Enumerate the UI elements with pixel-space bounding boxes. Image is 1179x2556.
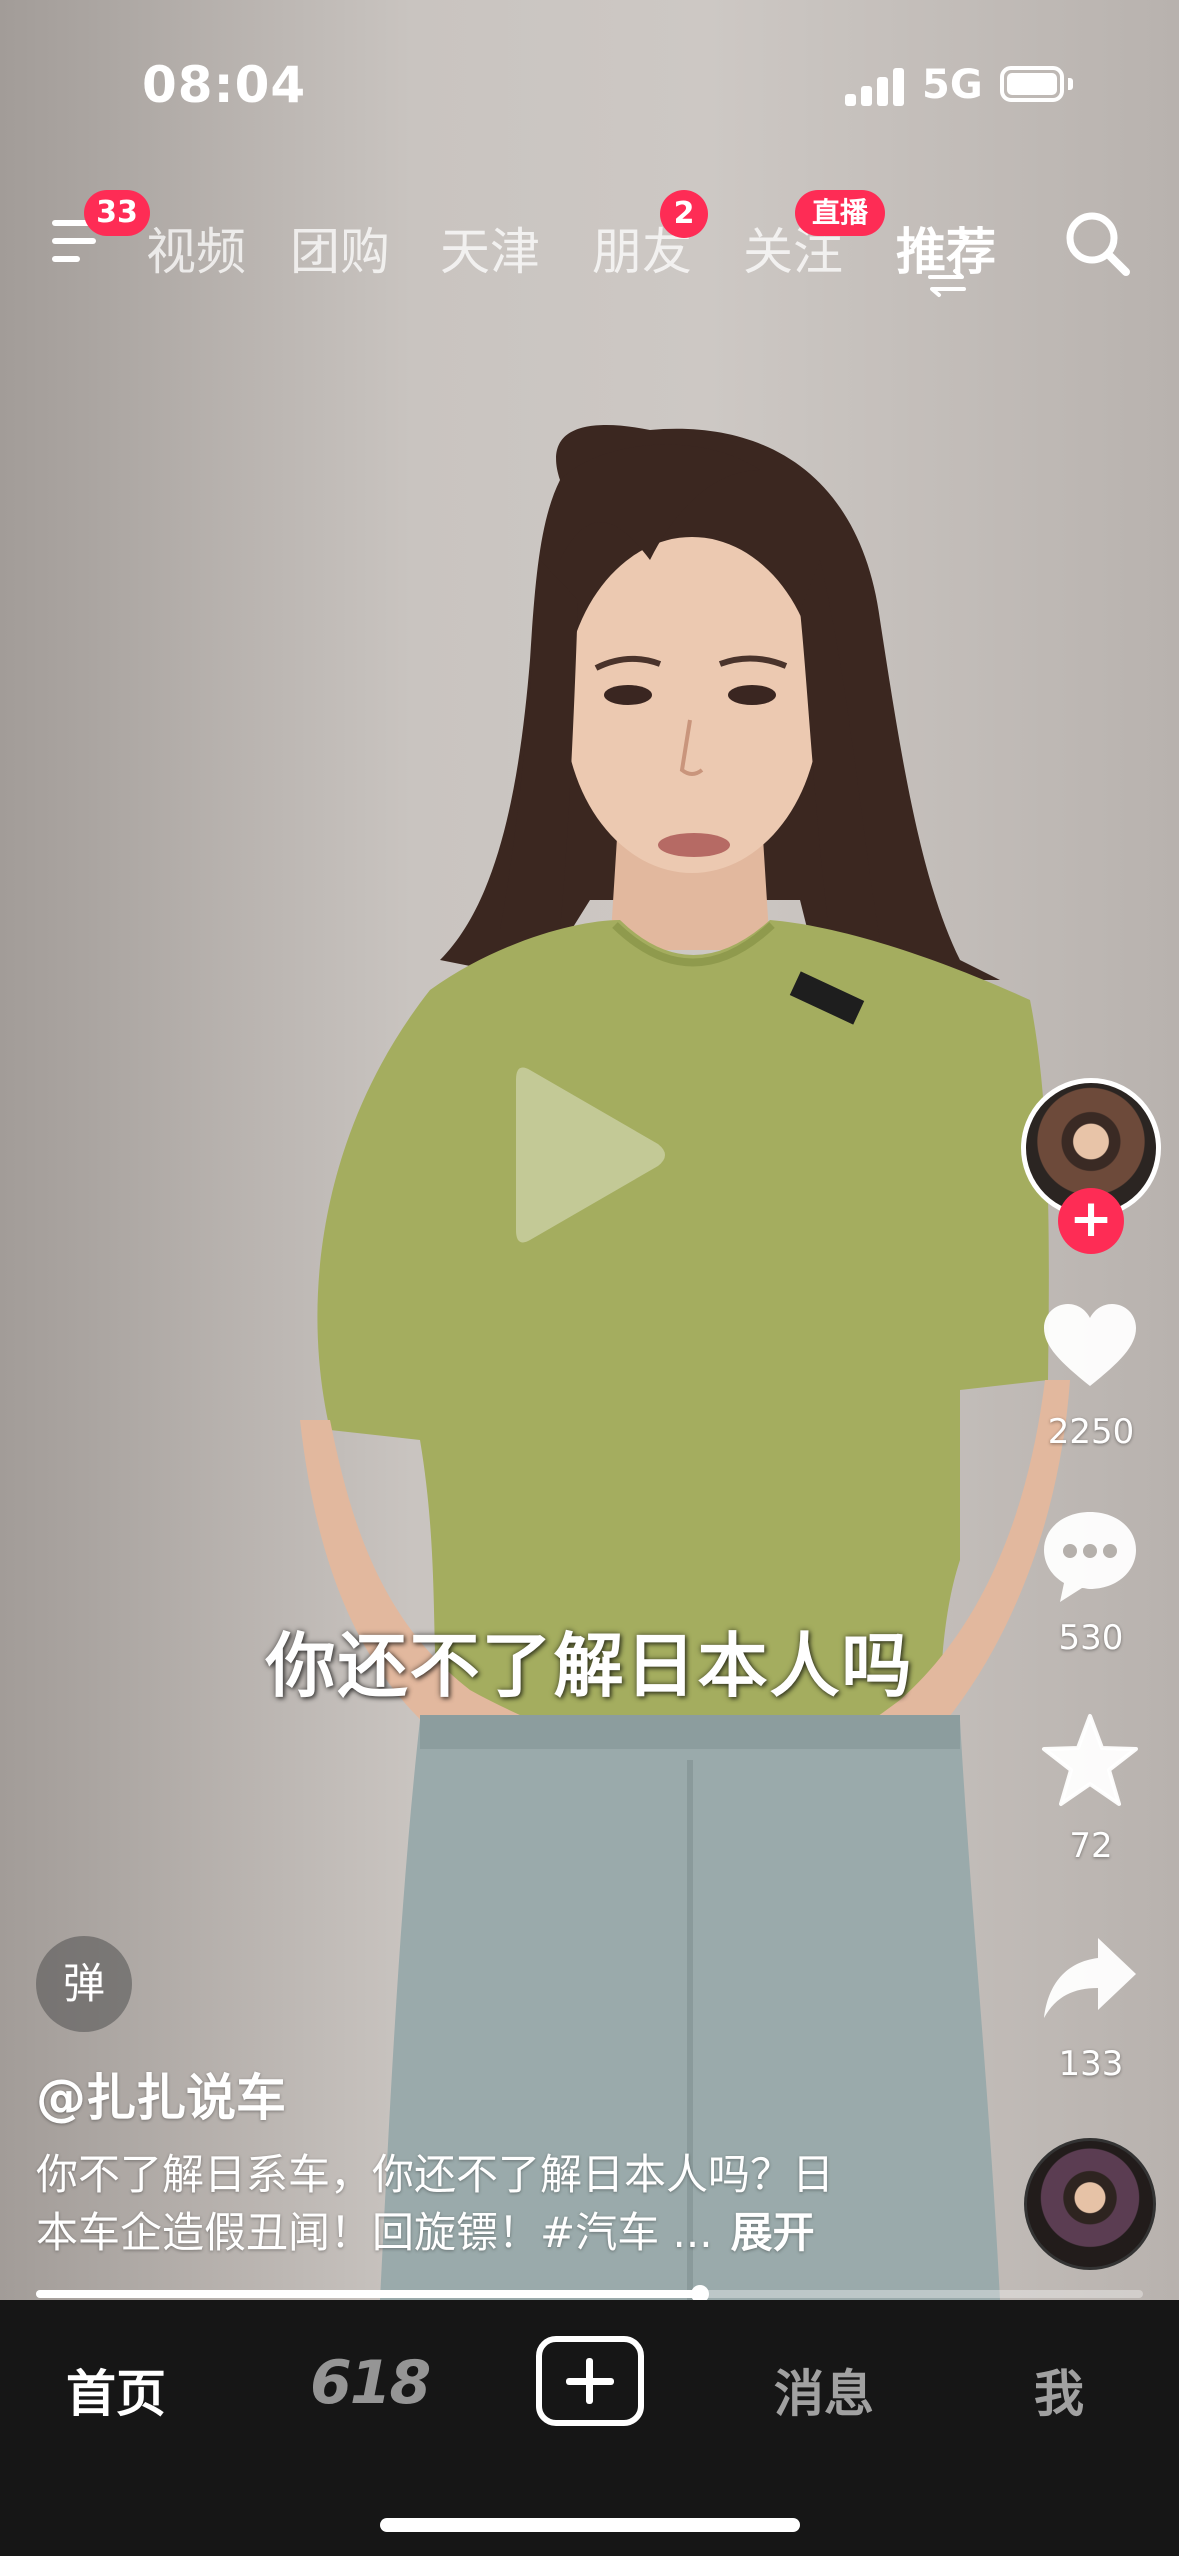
tab-tianjin[interactable]: 天津 [440, 212, 540, 284]
share-count: 133 [1058, 2044, 1124, 2084]
battery-cap [1068, 78, 1073, 90]
home-indicator [380, 2518, 800, 2532]
swap-icon[interactable] [926, 268, 968, 298]
menu-badge: 33 [84, 190, 150, 236]
tab-home[interactable]: 首页 [66, 2354, 166, 2426]
video-progress-bar[interactable] [36, 2285, 1143, 2303]
video-subtitle: 你还不了解日本人吗 [265, 1625, 914, 1707]
share-icon[interactable] [1040, 1930, 1140, 2030]
network-type: 5G [922, 62, 983, 108]
tab-618[interactable]: 618 [310, 2348, 431, 2418]
create-button[interactable] [536, 2336, 644, 2426]
play-icon[interactable] [508, 1060, 668, 1250]
music-disc[interactable] [1024, 2138, 1156, 2270]
follow-button[interactable]: + [1058, 1188, 1124, 1254]
bottom-tab-bar: 首页 618 消息 我 [0, 2300, 1179, 2556]
tab-video[interactable]: 视频 [146, 212, 246, 284]
friends-badge: 2 [660, 190, 708, 238]
comment-count: 530 [1058, 1618, 1124, 1658]
comment-icon[interactable] [1040, 1506, 1140, 1606]
progress-fill [36, 2290, 701, 2298]
battery-icon [1000, 66, 1064, 102]
live-badge: 直播 [795, 190, 885, 236]
video-caption: 你不了解日系车，你还不了解日本人吗？日 本车企造假丑闻！回旋镖！#汽车 ... 展… [36, 2146, 936, 2262]
danmaku-button[interactable]: 弹 [36, 1936, 132, 2032]
author-name[interactable]: @扎扎说车 [36, 2058, 286, 2130]
heart-icon[interactable] [1040, 1298, 1140, 1398]
star-icon[interactable] [1040, 1712, 1140, 1812]
caption-line-1: 你不了解日系车，你还不了解日本人吗？日 [36, 2150, 835, 2199]
tab-group-buy[interactable]: 团购 [290, 212, 390, 284]
search-icon[interactable] [1062, 208, 1132, 278]
status-time: 08:04 [142, 56, 307, 114]
caption-line-2: 本车企造假丑闻！回旋镖！#汽车 ... [36, 2208, 713, 2257]
tab-me[interactable]: 我 [1034, 2354, 1084, 2426]
like-count: 2250 [1047, 1412, 1135, 1452]
favorite-count: 72 [1069, 1826, 1113, 1866]
tab-messages[interactable]: 消息 [774, 2354, 874, 2426]
expand-button[interactable]: 展开 [731, 2208, 815, 2257]
cellular-signal-icon [845, 66, 907, 106]
